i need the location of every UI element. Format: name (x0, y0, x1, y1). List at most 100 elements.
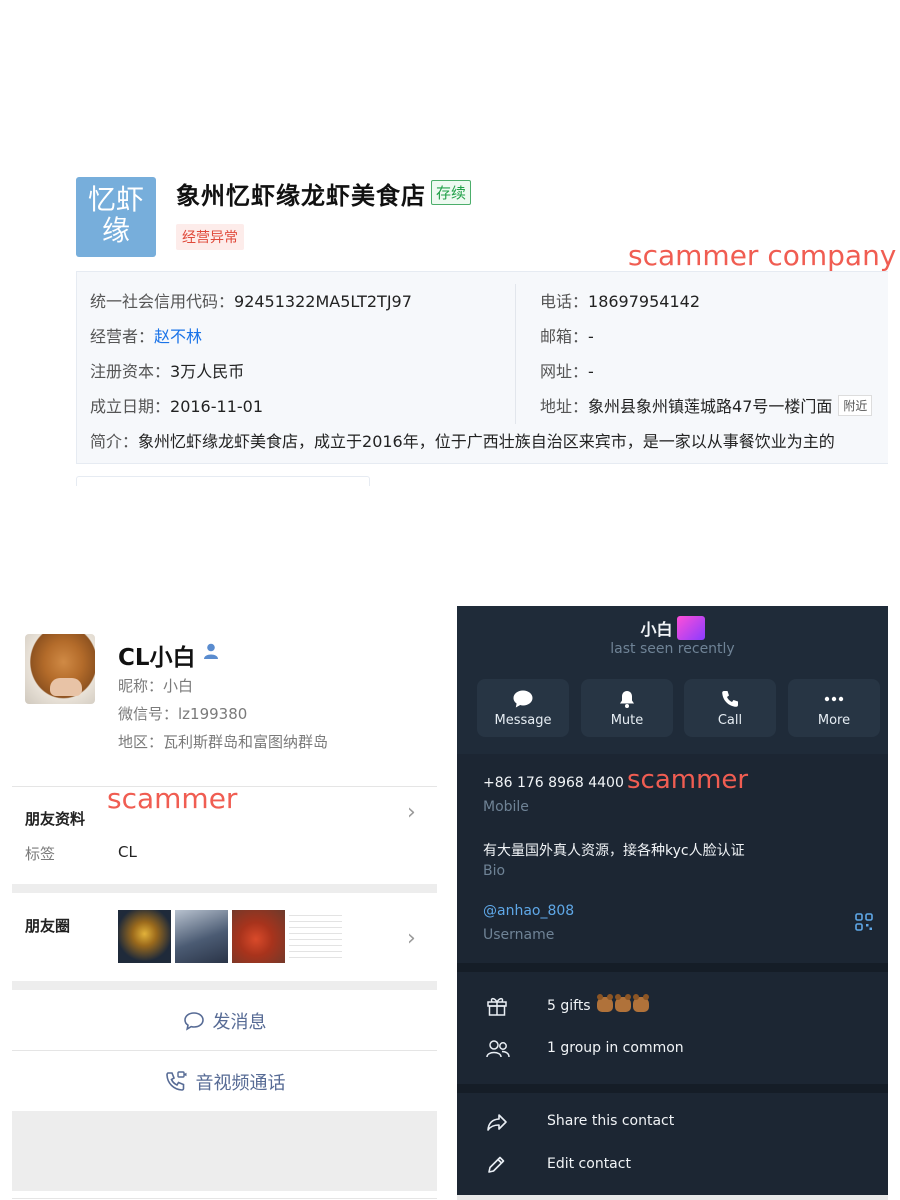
email-row: 邮箱：- (540, 323, 594, 347)
chevron-right-icon[interactable]: › (407, 926, 416, 951)
phone-value: 18697954142 (588, 292, 700, 311)
moment-photo[interactable] (289, 910, 342, 963)
website-row: 网址：- (540, 358, 594, 382)
share-arrow-icon (487, 1114, 507, 1131)
tag-label: 标签 (25, 845, 56, 863)
company-logo: 忆虾 缘 (76, 177, 156, 257)
section-gap (457, 963, 888, 972)
website-label: 网址： (540, 362, 589, 381)
company-logo-text-2: 缘 (101, 214, 130, 247)
divider (12, 1198, 437, 1199)
operator-label: 经营者： (90, 327, 155, 346)
teddy-bear-icon (615, 994, 632, 1012)
username-link[interactable]: @anhao_808 (483, 903, 574, 919)
tag-value: CL (118, 843, 137, 861)
call-button[interactable]: Call (684, 679, 776, 737)
intro-row: 简介：象州忆虾缘龙虾美食店，成立于2016年，位于广西壮族自治区来宾市，是一家以… (90, 428, 835, 452)
teddy-bear-icon (597, 994, 614, 1012)
avatar[interactable] (25, 634, 95, 704)
teddy-bear-icon (633, 994, 650, 1012)
section-gap (457, 1084, 888, 1093)
bio-label: Bio (483, 863, 506, 879)
address-value: 象州县象州镇莲城路47号一楼门面 (588, 397, 833, 416)
more-dots-icon (824, 696, 844, 702)
groups-in-common-row[interactable]: 1 group in common (547, 1040, 684, 1056)
section-gap (12, 981, 437, 990)
divider (12, 1050, 437, 1051)
region-line: 地区：瓦利斯群岛和富图纳群岛 (118, 733, 329, 751)
more-button-label: More (817, 713, 851, 728)
intro-value: 象州忆虾缘龙虾美食店，成立于2016年，位于广西壮族自治区来宾市，是一家以从事餐… (138, 432, 835, 451)
avatar-hand-shape (50, 678, 82, 696)
phone-label: 电话： (540, 292, 589, 311)
founded-label: 成立日期： (90, 397, 171, 416)
address-label: 地址： (540, 397, 589, 416)
moment-photo[interactable] (232, 910, 285, 963)
more-button[interactable]: More (788, 679, 880, 737)
scammer-annotation: scammer (107, 782, 238, 815)
person-icon (204, 643, 218, 659)
username-label: Username (483, 927, 555, 943)
message-button-label: Message (494, 713, 552, 728)
website-value: - (588, 362, 594, 381)
send-message-label: 发消息 (212, 1012, 267, 1033)
chevron-right-icon[interactable]: › (407, 800, 416, 825)
section-gap (12, 884, 437, 893)
phone-label: Mobile (483, 799, 529, 815)
chat-bubble-icon (183, 1012, 204, 1031)
company-logo-text-1: 忆虾 (87, 183, 144, 216)
intro-label: 简介： (90, 432, 139, 451)
emoji-status-badge (676, 616, 705, 640)
credit-code-row: 统一社会信用代码：92451322MA5LT2TJ97 (90, 288, 412, 312)
qr-code-icon[interactable] (855, 913, 873, 931)
moment-photo[interactable] (175, 910, 228, 963)
credit-code-value: 92451322MA5LT2TJ97 (234, 292, 412, 311)
phone-number[interactable]: +86 176 8968 4400 (483, 775, 624, 791)
address-row: 地址：象州县象州镇莲城路47号一楼门面 附近 (540, 393, 873, 417)
scammer-company-annotation: scammer company (628, 239, 897, 272)
company-status-badge: 存续 (431, 180, 472, 205)
email-value: - (588, 327, 594, 346)
email-label: 邮箱： (540, 327, 589, 346)
column-divider (515, 284, 516, 424)
abnormal-operation-tag[interactable]: 经营异常 (176, 224, 244, 250)
call-button-label: Call (717, 713, 743, 728)
founded-row: 成立日期：2016-11-01 (90, 393, 263, 417)
contact-name: 小白 (640, 620, 673, 639)
operator-row: 经营者：赵不林 (90, 323, 202, 347)
group-users-icon (486, 1040, 510, 1058)
phone-icon (722, 691, 738, 707)
send-message-button[interactable]: 发消息 (12, 1008, 437, 1034)
gifts-row[interactable]: 5 gifts (547, 994, 650, 1014)
phone-video-icon (165, 1071, 186, 1091)
next-panel-edge (76, 476, 370, 486)
nickname-line: 昵称：小白 (118, 677, 194, 695)
wechat-profile-panel: CL小白 昵称：小白 微信号：lz199380 地区：瓦利斯群岛和富图纳群岛 s… (12, 606, 437, 1200)
edit-contact-button[interactable]: Edit contact (547, 1156, 631, 1172)
moments-label[interactable]: 朋友圈 (25, 915, 70, 936)
message-button[interactable]: Message (477, 679, 569, 737)
bio-text: 有大量国外真人资源，接各种kyc人脸认证 (483, 843, 745, 859)
founded-value: 2016-11-01 (170, 397, 263, 416)
operator-link[interactable]: 赵不林 (154, 327, 202, 346)
moment-photo[interactable] (118, 910, 171, 963)
capital-label: 注册资本： (90, 362, 171, 381)
pencil-icon (488, 1156, 505, 1173)
av-call-label: 音视频通话 (195, 1073, 286, 1094)
av-call-button[interactable]: 音视频通话 (12, 1069, 437, 1095)
share-contact-button[interactable]: Share this contact (547, 1113, 674, 1129)
contact-name-row: 小白 (457, 616, 888, 640)
phone-row: 电话：18697954142 (540, 288, 700, 312)
profile-label[interactable]: 朋友资料 (25, 808, 85, 829)
telegram-profile-panel: 小白 last seen recently Message Mute Call … (457, 606, 888, 1200)
company-info-panel: 统一社会信用代码：92451322MA5LT2TJ97 经营者：赵不林 注册资本… (76, 271, 888, 464)
gifts-count: 5 gifts (547, 998, 591, 1014)
last-seen-status: last seen recently (610, 641, 735, 657)
bottom-edge (457, 1195, 888, 1200)
mute-button[interactable]: Mute (581, 679, 673, 737)
wechat-id-line: 微信号：lz199380 (118, 705, 248, 723)
mute-button-label: Mute (610, 713, 644, 728)
bell-icon (620, 691, 634, 708)
nearby-button[interactable]: 附近 (838, 395, 873, 416)
bottom-gap (12, 1111, 437, 1191)
